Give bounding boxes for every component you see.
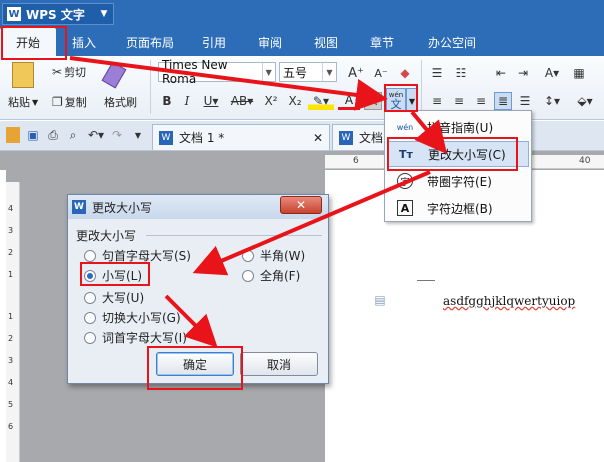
- annotation-arrows: [69, 56, 448, 348]
- arrow-to-change-case: [410, 110, 448, 155]
- arrow-to-phonetic: [69, 56, 388, 111]
- arrow-to-lowercase: [192, 170, 431, 276]
- arrow-to-ok: [164, 294, 218, 348]
